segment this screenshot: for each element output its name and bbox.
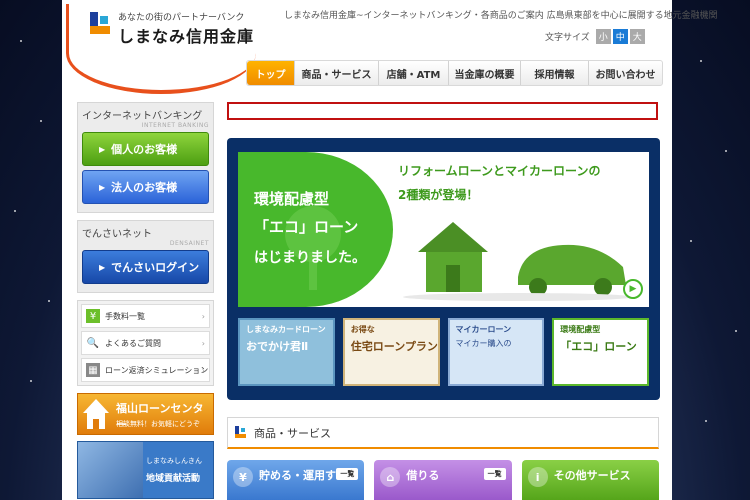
- thumb-title: お得な: [350, 325, 375, 334]
- category-label: その他サービス: [553, 469, 631, 482]
- nav-top[interactable]: トップ: [247, 61, 295, 85]
- nav-recruit[interactable]: 採用情報: [521, 61, 589, 85]
- nav-products[interactable]: 商品・サービス: [295, 61, 379, 85]
- community-title: 地域貢献活動: [146, 474, 201, 484]
- thumb-car-loan[interactable]: マイカーローン マイカー購入の: [447, 318, 545, 386]
- thumb-subtitle: おでかけ君Ⅱ: [246, 340, 309, 353]
- calculator-icon: ▦: [86, 363, 100, 377]
- corporate-label: 法人のお客様: [111, 181, 178, 194]
- hero-headline-2: 2種類が登場！: [398, 188, 479, 202]
- personal-customer-button[interactable]: ▶ 個人のお客様: [82, 132, 209, 166]
- thumb-title: 環境配慮型: [560, 325, 601, 334]
- corporate-customer-button[interactable]: ▶ 法人のお客様: [82, 170, 209, 204]
- header-description: しまなみ信用金庫~インターネットバンキング・各商品のご案内 広島県東部を中心に展…: [284, 11, 718, 21]
- hero-line-2: 「エコ」ローン: [254, 218, 359, 236]
- thumb-subtitle: マイカー購入の: [455, 339, 512, 348]
- ib-title: インターネットバンキング: [82, 111, 203, 122]
- fukuyama-subtitle: 相談無料！お気軽にどうぞ: [116, 420, 200, 428]
- hero-line-1: 環境配慮型: [254, 190, 330, 208]
- thumb-housing-loan[interactable]: お得な 住宅ローンプラン: [342, 318, 440, 386]
- nav-about[interactable]: 当金庫の概要: [449, 61, 521, 85]
- thumb-title: しまなみカードローン: [246, 325, 326, 334]
- hero-line-3: はじまりました。: [254, 250, 366, 266]
- notice-box: [227, 102, 658, 120]
- fukuyama-loan-center-banner[interactable]: 福山ローンセンター 相談無料！お気軽にどうぞ: [77, 393, 214, 435]
- left-column: インターネットバンキング INTERNET BANKING ▶ 個人のお客様 ▶ 法…: [77, 102, 214, 499]
- hero-headline-1: リフォームローンとマイカーローンの: [398, 164, 601, 178]
- font-size-label: 文字サイズ: [545, 33, 590, 43]
- arrow-right-icon: ▶: [99, 144, 106, 154]
- font-size-selector: 文字サイズ 小 中 大: [545, 29, 645, 44]
- font-size-medium-button[interactable]: 中: [612, 29, 628, 44]
- link-label: 手数料一覧: [105, 311, 145, 321]
- products-section-header: 商品・サービス: [227, 417, 659, 449]
- densai-login-label: でんさいログイン: [111, 261, 200, 274]
- yen-icon: ¥: [86, 309, 100, 323]
- font-size-small-button[interactable]: 小: [595, 29, 611, 44]
- bank-logo-icon: [235, 425, 246, 438]
- densai-login-button[interactable]: ▶ でんさいログイン: [82, 250, 209, 284]
- thumb-eco-loan[interactable]: 環境配慮型 「エコ」ローン: [552, 318, 649, 386]
- nav-branches[interactable]: 店舗・ATM: [379, 61, 449, 85]
- category-borrow[interactable]: ⌂ 借りる 一覧: [374, 460, 512, 500]
- thumb-card-loan[interactable]: しまなみカードローン おでかけ君Ⅱ: [238, 318, 335, 386]
- community-contribution-banner[interactable]: しまなみしんきん 地域貢献活動: [77, 441, 214, 499]
- house-icon: [83, 399, 109, 429]
- link-loan-simulation[interactable]: ▦ ローン返済シミュレーション ›: [81, 358, 210, 382]
- section-title: 商品・サービス: [254, 426, 331, 440]
- category-label: 借りる: [406, 469, 440, 482]
- link-faq[interactable]: 🔍 よくあるご質問 ›: [81, 331, 210, 355]
- arrow-right-icon: ▶: [99, 262, 106, 272]
- densai-subtitle: DENSAINET: [169, 240, 209, 247]
- list-link[interactable]: 一覧: [483, 468, 506, 480]
- bank-name: しまなみ信用金庫: [118, 27, 255, 46]
- logo-tagline: あなたの街のパートナーバンク: [118, 13, 245, 23]
- personal-label: 個人のお客様: [111, 143, 178, 156]
- ib-subtitle: INTERNET BANKING: [141, 122, 209, 129]
- community-photo: [78, 442, 143, 498]
- piggy-bank-icon: ¥: [233, 467, 253, 487]
- global-nav: トップ 商品・サービス 店舗・ATM 当金庫の概要 採用情報 お問い合わせ: [246, 60, 663, 86]
- info-icon: i: [527, 467, 548, 487]
- category-label: 貯める・運用する: [259, 469, 347, 482]
- chevron-right-icon: ›: [201, 338, 205, 348]
- nav-contact[interactable]: お問い合わせ: [589, 61, 662, 85]
- font-size-large-button[interactable]: 大: [629, 29, 645, 44]
- densai-panel: でんさいネット DENSAINET ▶ でんさいログイン: [77, 220, 214, 293]
- thumb-subtitle: 「エコ」ローン: [560, 340, 637, 353]
- list-link[interactable]: 一覧: [336, 468, 359, 480]
- densai-title: でんさいネット: [82, 229, 152, 240]
- community-subtitle: しまなみしんきん: [146, 457, 202, 465]
- house-icon: ⌂: [380, 467, 401, 487]
- product-categories: ¥ 貯める・運用する 一覧 ⌂ 借りる 一覧 i その他サービス: [227, 460, 659, 500]
- carousel-thumbnails: しまなみカードローン おでかけ君Ⅱ お得な 住宅ローンプラン マイカーローン マ…: [238, 318, 649, 388]
- chevron-right-icon: ›: [201, 311, 205, 321]
- arrow-right-icon: ▶: [99, 182, 106, 192]
- logo[interactable]: あなたの街のパートナーバンク しまなみ信用金庫: [62, 0, 262, 95]
- eco-loan-hero-banner[interactable]: 環境配慮型 「エコ」ローン はじまりました。 リフォームローンとマイカーローンの…: [238, 152, 649, 307]
- quick-links: ¥ 手数料一覧 › 🔍 よくあるご質問 › ▦ ローン返済シミュレーション ›: [77, 300, 214, 386]
- category-savings[interactable]: ¥ 貯める・運用する 一覧: [227, 460, 365, 500]
- link-fees[interactable]: ¥ 手数料一覧 ›: [81, 304, 210, 328]
- bank-logo-icon: [90, 12, 110, 34]
- internet-banking-panel: インターネットバンキング INTERNET BANKING ▶ 個人のお客様 ▶ 法…: [77, 102, 214, 213]
- category-other-services[interactable]: i その他サービス: [521, 460, 659, 500]
- link-label: よくあるご質問: [105, 338, 161, 348]
- magnifier-icon: 🔍: [86, 337, 100, 349]
- play-icon[interactable]: ▶: [623, 279, 643, 299]
- link-label: ローン返済シミュレーション: [105, 365, 209, 375]
- page: あなたの街のパートナーバンク しまなみ信用金庫 しまなみ信用金庫~インターネット…: [62, 0, 718, 500]
- chevron-right-icon: ›: [201, 365, 205, 375]
- thumb-title: マイカーローン: [455, 325, 512, 334]
- hero-carousel: 環境配慮型 「エコ」ローン はじまりました。 リフォームローンとマイカーローンの…: [227, 138, 660, 400]
- thumb-subtitle: 住宅ローンプラン: [350, 340, 438, 353]
- grass-house-and-car-image: [403, 222, 633, 301]
